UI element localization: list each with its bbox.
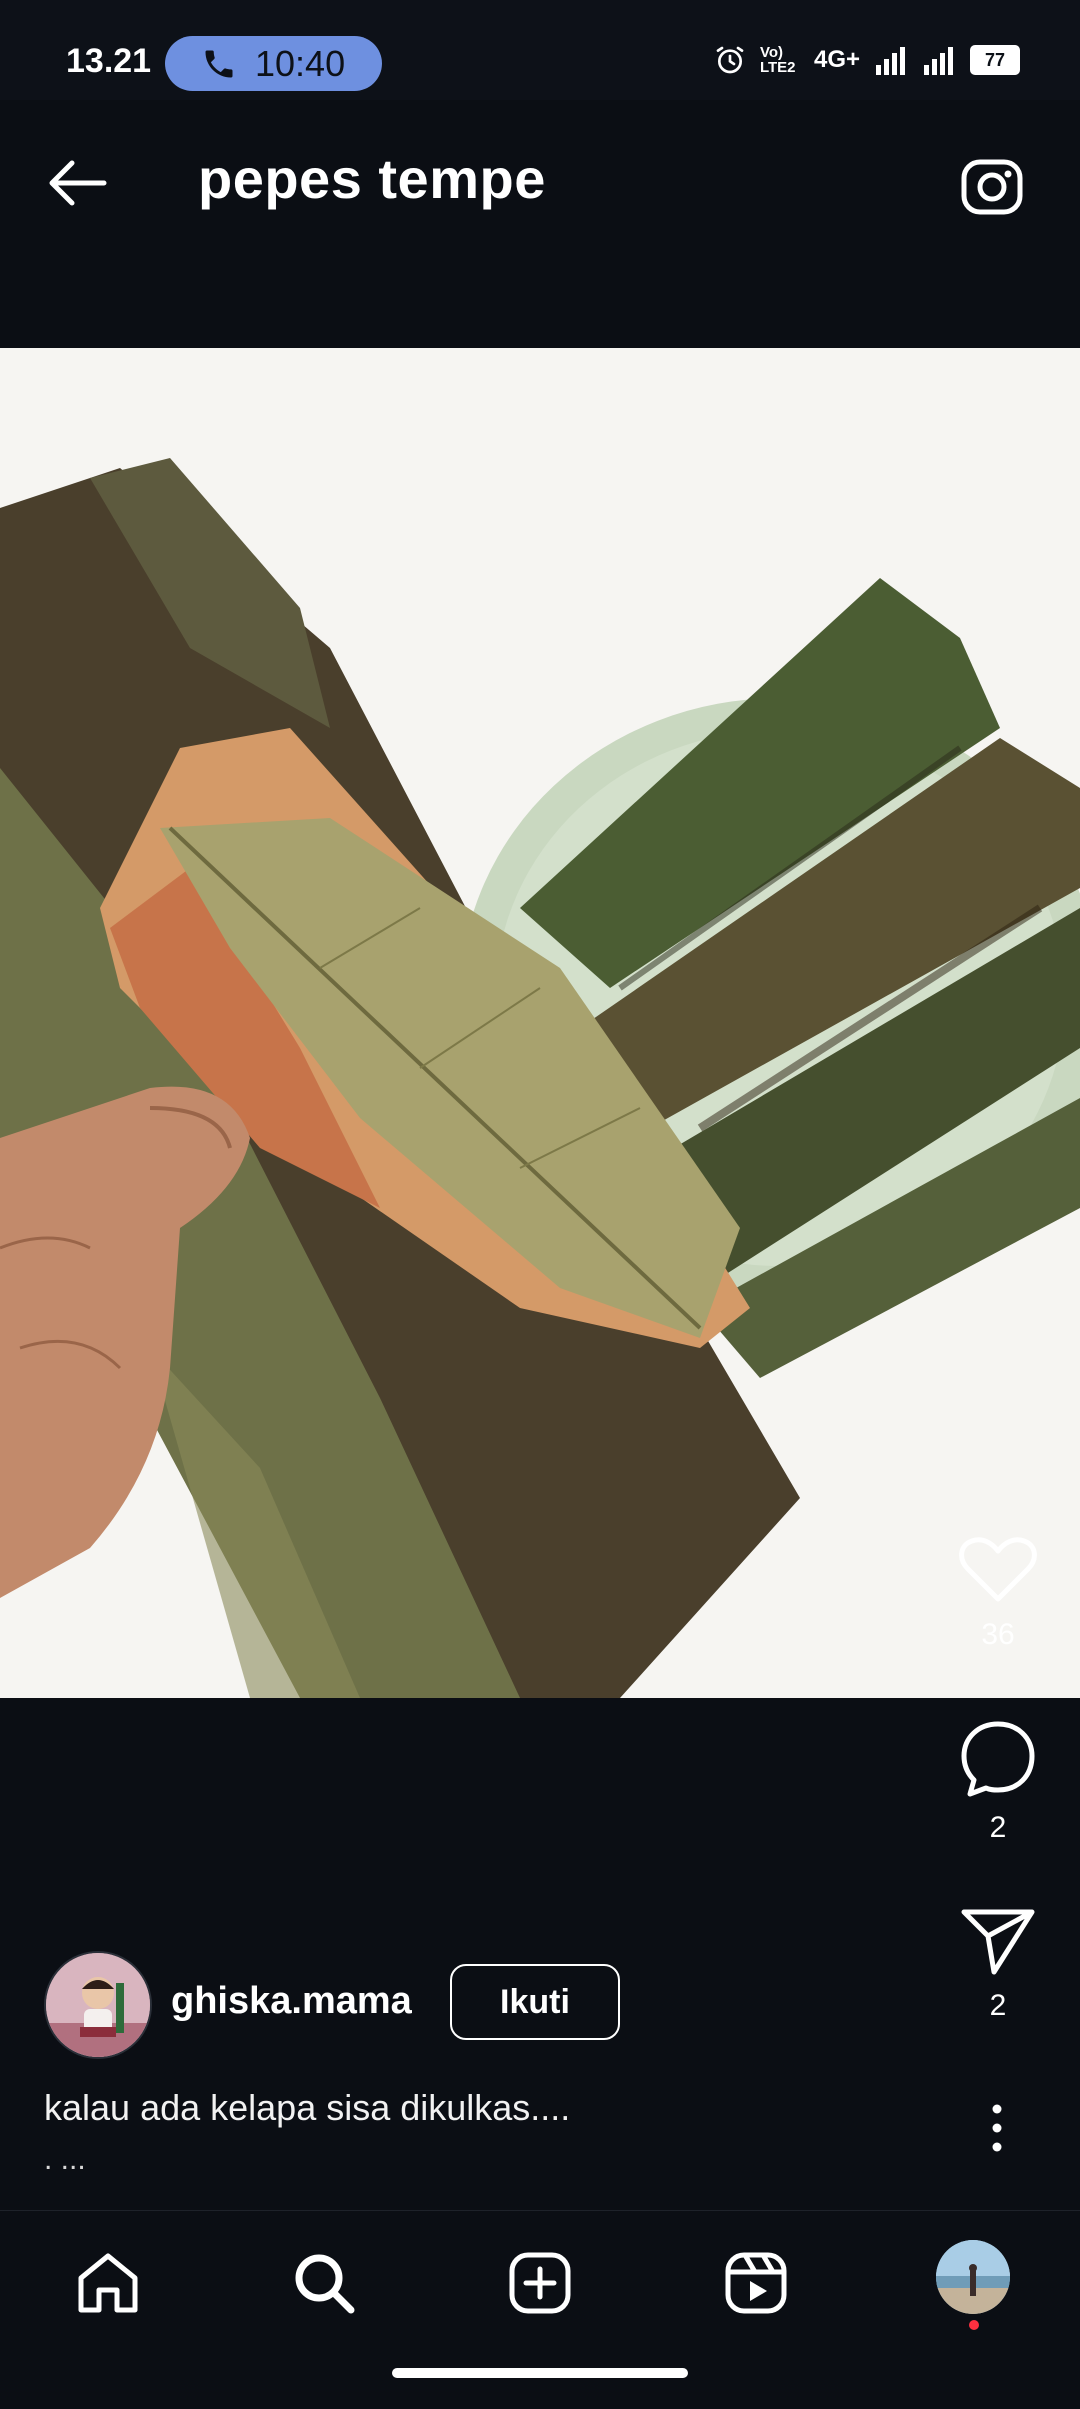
profile-photo: [936, 2240, 1010, 2314]
share-count: 2: [989, 1989, 1007, 2022]
heart-icon: [959, 1537, 1037, 1602]
status-indicators: Vo) LTE2 4G+ 77: [714, 44, 1020, 76]
call-duration: 10:40: [255, 42, 346, 84]
comment-icon: [961, 1721, 1035, 1797]
comment-count: 2: [989, 1811, 1007, 1844]
phone-icon: [205, 50, 233, 77]
network-type: 4G+: [813, 46, 860, 73]
nav-home[interactable]: [68, 2243, 148, 2323]
nav-create[interactable]: [500, 2243, 580, 2323]
reels-icon: [725, 2252, 787, 2314]
post-image[interactable]: [0, 348, 1080, 1698]
home-indicator[interactable]: [392, 2368, 688, 2378]
author-avatar[interactable]: [44, 1951, 152, 2059]
alarm-icon: [716, 46, 744, 74]
avatar-image: [46, 1953, 150, 2057]
page-title: pepes tempe: [198, 147, 546, 210]
post-caption[interactable]: kalau ada kelapa sisa dikulkas....: [44, 2087, 570, 2129]
like-count: 36: [981, 1618, 1015, 1651]
home-icon: [78, 2253, 138, 2313]
search-icon: [295, 2254, 355, 2314]
author-username[interactable]: ghiska.mama: [171, 1980, 412, 2023]
like-action[interactable]: 36: [956, 1535, 1040, 1652]
caption-more[interactable]: . ...: [44, 2143, 86, 2177]
arrow-left-icon: [49, 160, 107, 206]
nav-reels[interactable]: [716, 2243, 796, 2323]
notification-dot: [969, 2320, 979, 2330]
signal-icon: [876, 47, 905, 75]
camera-button[interactable]: [958, 150, 1026, 218]
comment-action[interactable]: 2: [956, 1718, 1040, 1845]
back-button[interactable]: [44, 150, 110, 216]
header: [0, 100, 1080, 348]
more-vertical-icon: [992, 2104, 1002, 2152]
ongoing-call-pill[interactable]: 10:40: [165, 36, 382, 91]
follow-button[interactable]: Ikuti: [450, 1964, 620, 2040]
send-icon: [961, 1909, 1035, 1975]
camera-icon: [961, 159, 1023, 215]
nav-search[interactable]: [284, 2243, 364, 2323]
share-action[interactable]: 2: [956, 1906, 1040, 2023]
battery-icon: 77: [970, 45, 1020, 75]
create-icon: [509, 2252, 571, 2314]
nav-profile-avatar[interactable]: [936, 2240, 1010, 2314]
food-photo: [0, 348, 1080, 1698]
volte-indicator: Vo) LTE2: [759, 44, 796, 76]
status-time: 13.21: [66, 42, 152, 80]
signal-icon-2: [924, 47, 953, 75]
battery-level: 77: [984, 49, 1006, 70]
more-options-button[interactable]: [980, 2103, 1014, 2153]
